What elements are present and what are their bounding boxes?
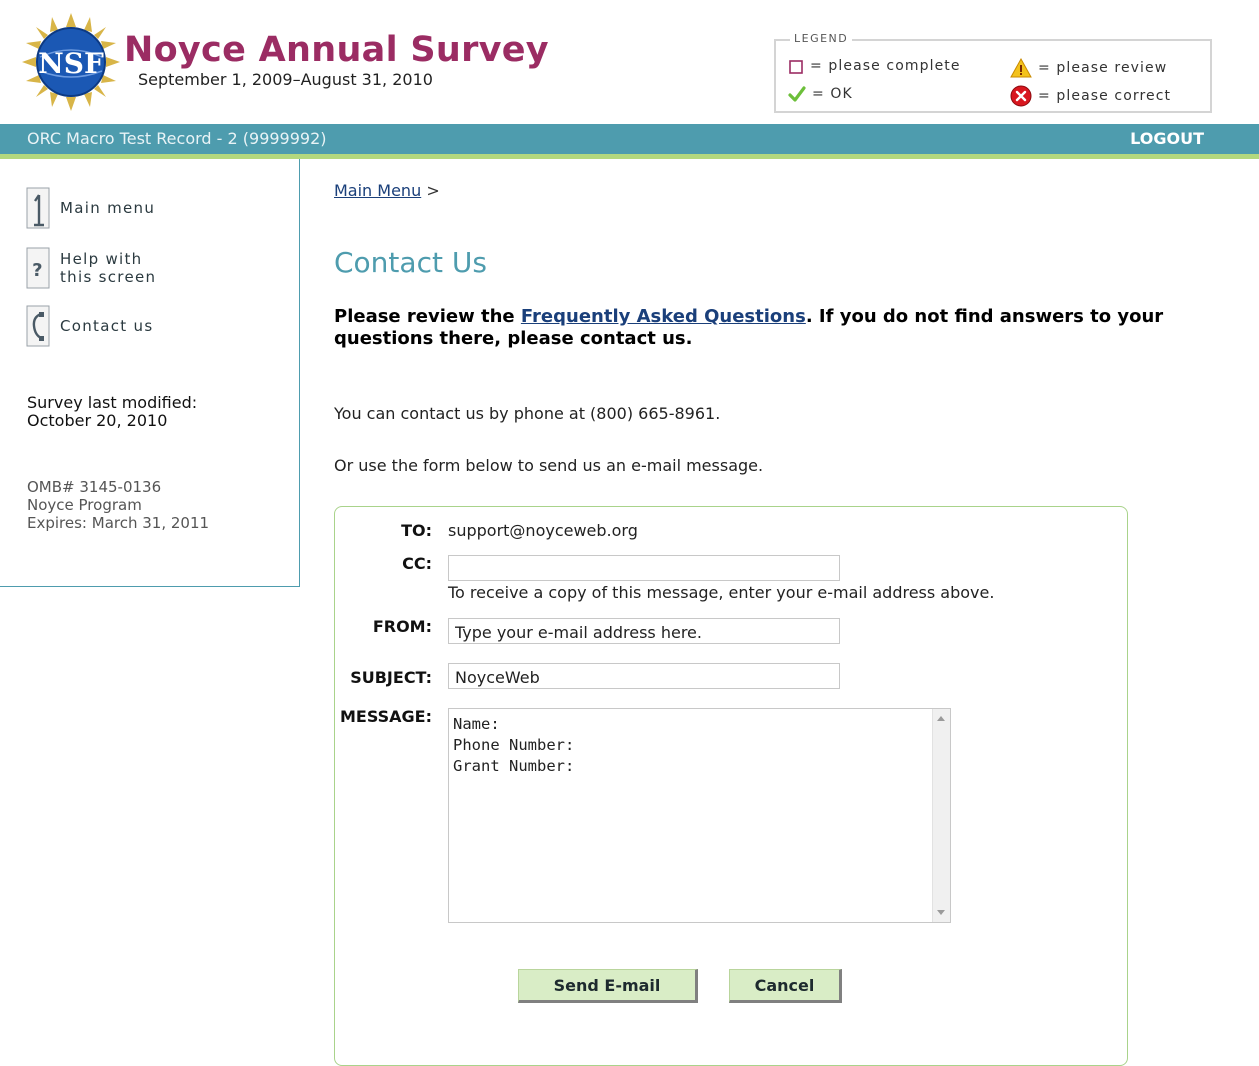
scroll-down-arrow-icon[interactable]: [937, 910, 945, 915]
red-x-circle-icon: [1010, 85, 1032, 107]
cancel-button[interactable]: Cancel: [729, 969, 842, 1003]
survey-dates: September 1, 2009–August 31, 2010: [138, 70, 433, 89]
app-title: Noyce Annual Survey: [124, 30, 549, 70]
cc-label: CC:: [402, 554, 432, 573]
legend-label: = please complete: [810, 58, 961, 74]
message-textarea[interactable]: [449, 709, 933, 922]
logout-link[interactable]: LOGOUT: [1130, 129, 1204, 148]
svg-text:?: ?: [32, 260, 44, 281]
sidebar-item-label: Help with this screen: [60, 250, 157, 286]
page-title: Contact Us: [334, 246, 487, 279]
legend-please-review: = please review: [1010, 58, 1167, 78]
sidebar-item-label: Main menu: [60, 199, 156, 217]
message-box: [448, 708, 951, 923]
phone-contact-text: You can contact us by phone at (800) 665…: [334, 404, 721, 423]
breadcrumb: Main Menu >: [334, 181, 440, 200]
from-email-field[interactable]: [448, 618, 840, 644]
sidebar-help[interactable]: ? Help with this screen: [26, 247, 156, 289]
scroll-up-arrow-icon[interactable]: [937, 716, 945, 721]
legend-ok: = OK: [788, 85, 853, 103]
modified-date: October 20, 2010: [27, 411, 168, 430]
send-email-button[interactable]: Send E-mail: [518, 969, 698, 1003]
breadcrumb-separator: >: [426, 181, 440, 200]
legend-title: LEGEND: [790, 32, 853, 45]
to-address: support@noyceweb.org: [448, 521, 638, 540]
intro-text: Please review the Frequently Asked Quest…: [334, 306, 1164, 349]
user-bar: ORC Macro Test Record - 2 (9999992) LOGO…: [0, 124, 1259, 159]
message-label: MESSAGE:: [339, 707, 432, 726]
expires-date: Expires: March 31, 2011: [27, 514, 210, 532]
sidebar-main-menu[interactable]: Main menu: [26, 187, 155, 229]
legend-please-complete: = please complete: [788, 58, 961, 74]
phone-icon: [26, 305, 50, 347]
cc-hint: To receive a copy of this message, enter…: [448, 583, 995, 602]
green-check-icon: [788, 86, 806, 102]
record-name: ORC Macro Test Record - 2 (9999992): [27, 129, 327, 148]
email-form-text: Or use the form below to send us an e-ma…: [334, 456, 764, 475]
nsf-logo: NSF: [22, 13, 120, 111]
message-scrollbar[interactable]: [932, 709, 950, 922]
legend-label: = please review: [1038, 60, 1168, 76]
from-label: FROM:: [372, 617, 432, 636]
legend-box: LEGEND = please complete = please review…: [774, 32, 1212, 113]
survey-last-modified: Survey last modified: October 20, 2010: [27, 394, 197, 430]
cc-field[interactable]: [448, 555, 840, 581]
omb-number: OMB# 3145-0136: [27, 478, 162, 496]
to-label: TO:: [401, 521, 432, 540]
main-menu-icon: [26, 187, 50, 229]
warning-triangle-icon: [1010, 58, 1032, 78]
omb-info: OMB# 3145-0136 Noyce Program Expires: Ma…: [27, 478, 209, 532]
sidebar: Main menu ? Help with this screen Contact…: [0, 159, 300, 587]
breadcrumb-main-menu-link[interactable]: Main Menu: [334, 181, 421, 200]
svg-text:NSF: NSF: [38, 47, 104, 80]
help-icon: ?: [26, 247, 50, 289]
legend-label: = please correct: [1038, 88, 1172, 104]
modified-label: Survey last modified:: [27, 393, 198, 412]
legend-label: = OK: [812, 86, 853, 102]
sidebar-item-label: Contact us: [60, 317, 154, 335]
legend-please-correct: = please correct: [1010, 85, 1171, 107]
subject-field[interactable]: [448, 663, 840, 689]
email-form: TO: support@noyceweb.org CC: To receive …: [334, 506, 1128, 1066]
subject-label: SUBJECT:: [350, 668, 432, 687]
program-name: Noyce Program: [27, 496, 142, 514]
sidebar-contact-us[interactable]: Contact us: [26, 305, 153, 347]
empty-square-icon: [789, 60, 803, 74]
faq-link[interactable]: Frequently Asked Questions: [521, 306, 806, 327]
